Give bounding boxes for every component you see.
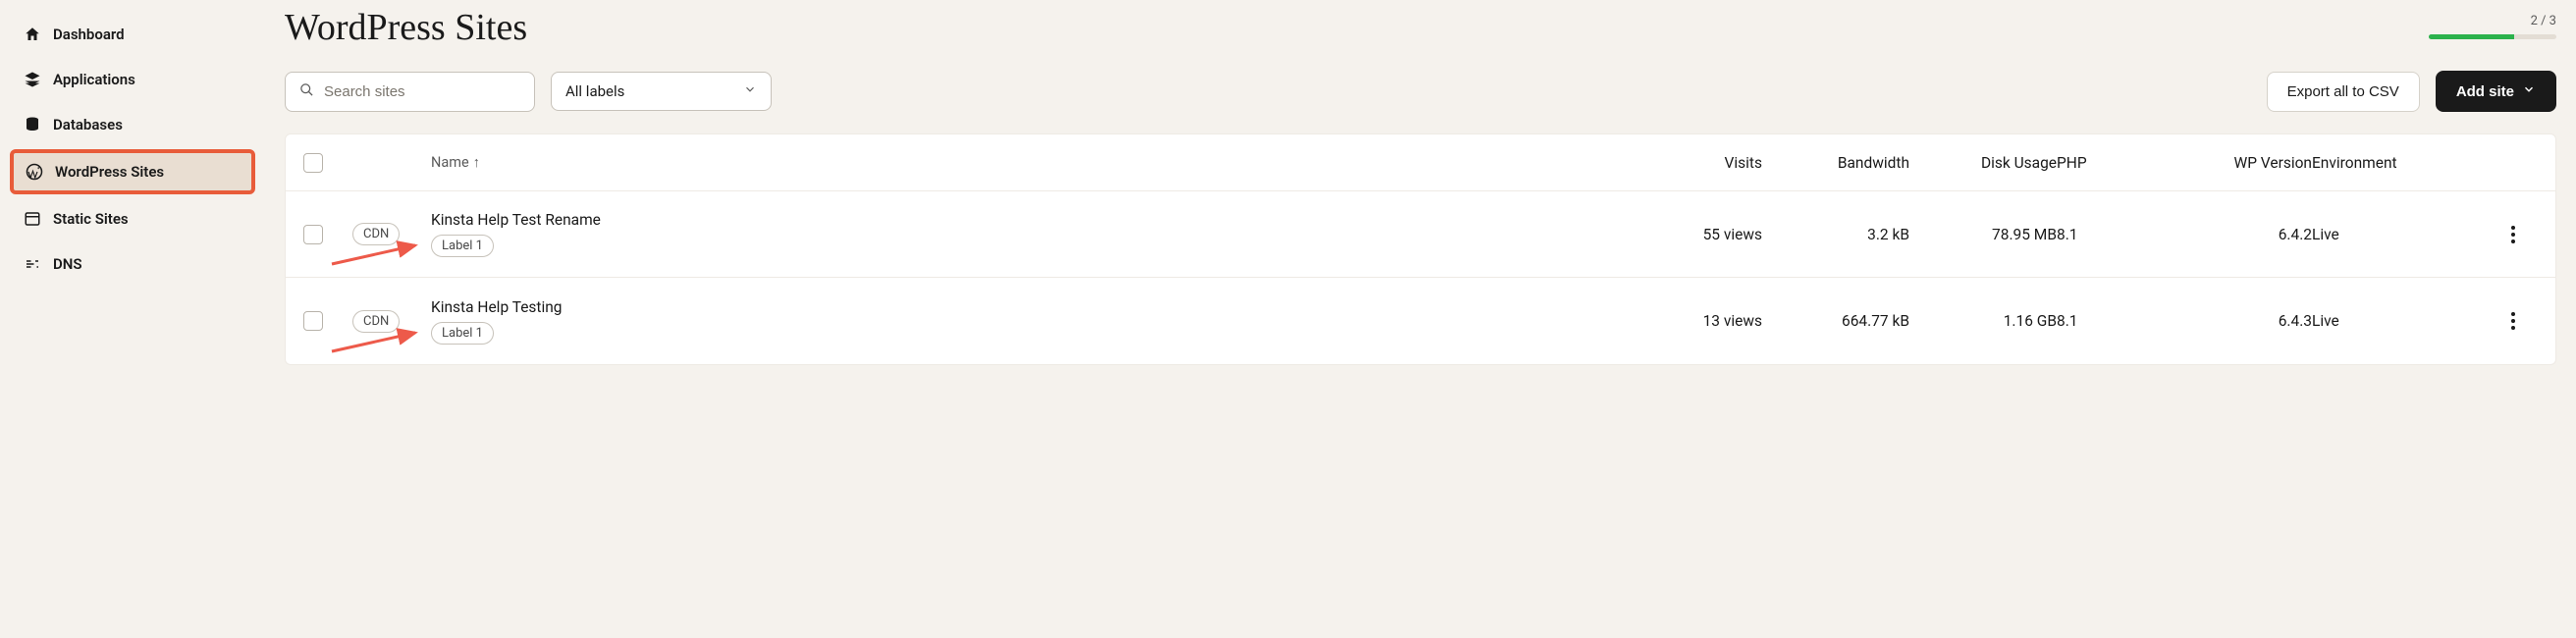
button-label: Add site <box>2456 83 2514 100</box>
sidebar-item-wordpress-sites[interactable]: WordPress Sites <box>10 149 255 194</box>
column-bandwidth[interactable]: Bandwidth <box>1762 154 1909 172</box>
layers-icon <box>24 71 41 88</box>
row-checkbox[interactable] <box>303 311 323 331</box>
cell-php: 8.1 <box>2057 312 2155 330</box>
dropdown-label: All labels <box>565 82 624 100</box>
wordpress-icon <box>26 163 43 181</box>
page-title: WordPress Sites <box>285 6 527 49</box>
sidebar-item-label: Applications <box>53 71 135 88</box>
column-disk-usage[interactable]: Disk Usage <box>1909 154 2057 172</box>
sidebar-item-label: WordPress Sites <box>55 163 164 181</box>
sidebar: Dashboard Applications Databases WordPre… <box>0 0 265 638</box>
add-site-button[interactable]: Add site <box>2436 71 2556 112</box>
cell-wp: 6.4.2 <box>2155 226 2312 243</box>
chevron-down-icon <box>2522 82 2536 100</box>
sidebar-item-dashboard[interactable]: Dashboard <box>10 14 255 55</box>
row-checkbox[interactable] <box>303 225 323 244</box>
table-row[interactable]: CDN Kinsta Help Test Rename Label 1 55 v… <box>286 191 2555 278</box>
sidebar-item-label: DNS <box>53 255 82 273</box>
chevron-down-icon <box>743 82 757 100</box>
sort-asc-icon: ↑ <box>473 154 480 171</box>
cell-visits: 55 views <box>1635 226 1762 243</box>
sidebar-item-databases[interactable]: Databases <box>10 104 255 145</box>
search-box[interactable] <box>285 72 535 112</box>
progress-fill <box>2429 34 2514 39</box>
table-row[interactable]: CDN Kinsta Help Testing Label 1 13 views… <box>286 278 2555 364</box>
button-label: Export all to CSV <box>2287 83 2399 100</box>
column-visits[interactable]: Visits <box>1635 154 1762 172</box>
sidebar-item-label: Static Sites <box>53 210 129 228</box>
site-name[interactable]: Kinsta Help Test Rename <box>431 211 601 229</box>
cell-bandwidth: 664.77 kB <box>1762 312 1909 330</box>
cell-disk: 1.16 GB <box>1909 312 2057 330</box>
export-csv-button[interactable]: Export all to CSV <box>2267 72 2420 112</box>
column-php[interactable]: PHP <box>2057 154 2155 172</box>
cell-disk: 78.95 MB <box>1909 226 2057 243</box>
cell-wp: 6.4.3 <box>2155 312 2312 330</box>
site-label-chip[interactable]: Label 1 <box>431 235 494 257</box>
window-icon <box>24 210 41 228</box>
labels-dropdown[interactable]: All labels <box>551 72 772 111</box>
site-label-chip[interactable]: Label 1 <box>431 322 494 345</box>
row-actions-button[interactable] <box>2489 220 2538 249</box>
cell-php: 8.1 <box>2057 226 2155 243</box>
sites-table: Name↑ Visits Bandwidth Disk Usage PHP WP… <box>285 133 2556 365</box>
home-icon <box>24 26 41 43</box>
cell-env: Live <box>2312 226 2489 243</box>
search-icon <box>299 82 314 101</box>
sidebar-item-applications[interactable]: Applications <box>10 59 255 100</box>
main-content: WordPress Sites 2 / 3 All labels <box>265 0 2576 638</box>
toolbar: All labels Export all to CSV Add site <box>285 71 2556 112</box>
select-all-checkbox[interactable] <box>303 153 323 173</box>
column-name[interactable]: Name↑ <box>431 154 1635 171</box>
sidebar-item-static-sites[interactable]: Static Sites <box>10 198 255 239</box>
cdn-badge: CDN <box>352 223 400 245</box>
progress-indicator: 2 / 3 <box>2429 6 2556 39</box>
sidebar-item-dns[interactable]: DNS <box>10 243 255 285</box>
cell-env: Live <box>2312 312 2489 330</box>
sidebar-item-label: Databases <box>53 116 123 133</box>
cell-visits: 13 views <box>1635 312 1762 330</box>
table-header: Name↑ Visits Bandwidth Disk Usage PHP WP… <box>286 134 2555 191</box>
progress-label: 2 / 3 <box>2429 14 2556 28</box>
row-actions-button[interactable] <box>2489 306 2538 336</box>
sidebar-item-label: Dashboard <box>53 26 125 43</box>
progress-bar <box>2429 34 2556 39</box>
column-environment[interactable]: Environment <box>2312 154 2489 172</box>
search-input[interactable] <box>324 83 520 100</box>
site-name[interactable]: Kinsta Help Testing <box>431 298 563 316</box>
cdn-badge: CDN <box>352 310 400 333</box>
dns-icon <box>24 255 41 273</box>
database-icon <box>24 116 41 133</box>
column-wp-version[interactable]: WP Version <box>2155 154 2312 172</box>
cell-bandwidth: 3.2 kB <box>1762 226 1909 243</box>
